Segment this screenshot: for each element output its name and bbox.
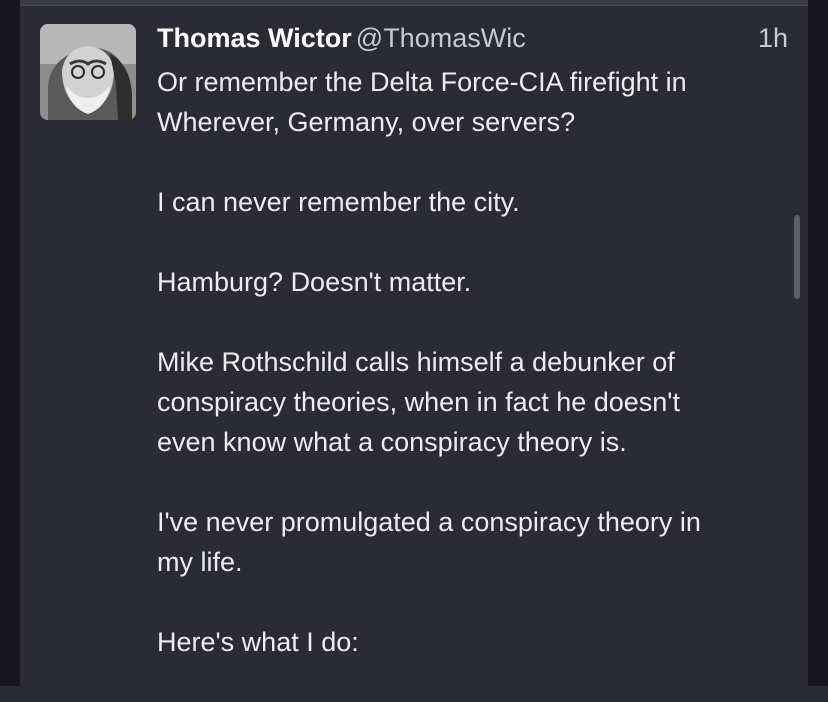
post-paragraph: I can never remember the city.: [157, 187, 520, 217]
post-body: Or remember the Delta Force-CIA firefigh…: [157, 62, 777, 702]
avatar[interactable]: [40, 24, 136, 120]
user-avatar-photo-icon: [40, 24, 136, 120]
user-handle[interactable]: @ThomasWic: [356, 23, 526, 53]
post-paragraph: Or remember the Delta Force-CIA firefigh…: [157, 67, 687, 137]
right-edge: [808, 0, 828, 686]
post-view: Thomas Wictor @ThomasWic 1h Or remember t…: [0, 0, 828, 686]
top-divider: [20, 0, 808, 6]
left-edge: [0, 0, 20, 686]
post-paragraph: Hamburg? Doesn't matter.: [157, 267, 472, 297]
post-paragraph: I've never promulgated a conspiracy theo…: [157, 507, 701, 577]
post-timestamp[interactable]: 1h: [758, 20, 788, 56]
post-paragraph: Mike Rothschild calls himself a debunker…: [157, 347, 680, 457]
display-name[interactable]: Thomas Wictor: [157, 23, 352, 53]
post-paragraph: Here's what I do:: [157, 627, 359, 657]
post-header: Thomas Wictor @ThomasWic: [157, 20, 797, 60]
scrollbar-thumb[interactable]: [794, 215, 800, 299]
